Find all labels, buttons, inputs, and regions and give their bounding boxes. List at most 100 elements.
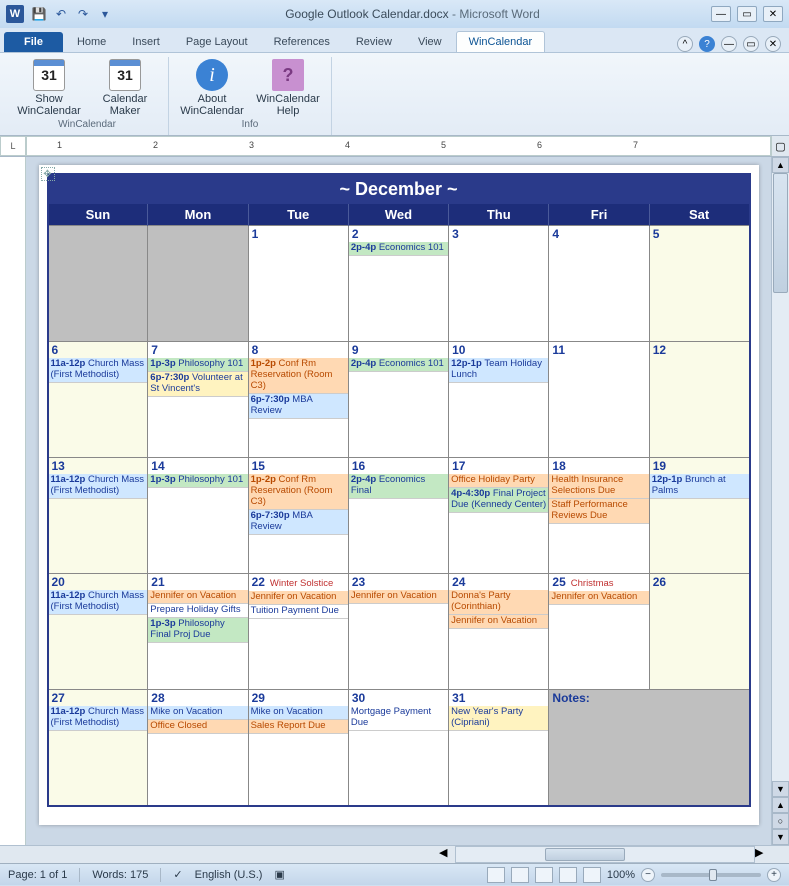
calendar-event[interactable]: Prepare Holiday Gifts [148, 604, 247, 618]
calendar-event[interactable]: 1p-3p Philosophy 101 [148, 358, 247, 372]
notes-cell[interactable]: Notes: [549, 690, 750, 806]
calendar-event[interactable]: 6p-7:30p Volunteer at St Vincent's [148, 372, 247, 397]
scroll-up-icon[interactable]: ▲ [772, 157, 789, 173]
ruler-toggle-icon[interactable]: ▢ [771, 136, 789, 156]
ribbon-about-wincalendar[interactable]: iAbout WinCalendar [177, 59, 247, 117]
day-cell-20[interactable]: 2011a-12p Church Mass (First Methodist) [48, 574, 148, 690]
calendar-event[interactable]: Office Closed [148, 720, 247, 734]
calendar-event[interactable]: 2p-4p Economics 101 [349, 358, 448, 372]
calendar-event[interactable]: Tuition Payment Due [249, 605, 348, 619]
calendar-event[interactable]: Jennifer on Vacation [449, 615, 548, 629]
day-cell-21[interactable]: 21Jennifer on VacationPrepare Holiday Gi… [148, 574, 248, 690]
day-cell-31[interactable]: 31New Year's Party (Cipriani) [449, 690, 549, 806]
zoom-slider[interactable] [661, 873, 761, 877]
calendar-event[interactable]: Donna's Party (Corinthian) [449, 590, 548, 615]
calendar-event[interactable]: 1p-2p Conf Rm Reservation (Room C3) [249, 474, 348, 510]
zoom-level[interactable]: 100% [607, 869, 635, 881]
undo-icon[interactable]: ↶ [52, 5, 70, 23]
hscroll-track[interactable] [455, 846, 755, 863]
day-cell-29[interactable]: 29Mike on VacationSales Report Due [248, 690, 348, 806]
horizontal-ruler[interactable]: 1234567 [26, 136, 771, 156]
calendar-event[interactable]: 12p-1p Brunch at Palms [650, 474, 749, 499]
tab-selector[interactable]: L [0, 136, 26, 156]
tab-file[interactable]: File [4, 32, 63, 52]
empty-cell[interactable] [48, 226, 148, 342]
day-cell-7[interactable]: 71p-3p Philosophy 1016p-7:30p Volunteer … [148, 342, 248, 458]
tab-review[interactable]: Review [344, 32, 404, 52]
calendar-event[interactable]: 4p-4:30p Final Project Due (Kennedy Cent… [449, 488, 548, 513]
language-indicator[interactable]: English (U.S.) [195, 869, 263, 881]
calendar-event[interactable]: New Year's Party (Cipriani) [449, 706, 548, 731]
calendar-event[interactable]: Jennifer on Vacation [549, 591, 648, 605]
redo-icon[interactable]: ↷ [74, 5, 92, 23]
day-cell-9[interactable]: 92p-4p Economics 101 [348, 342, 448, 458]
ribbon-calendar-maker[interactable]: 31Calendar Maker [90, 59, 160, 117]
day-cell-13[interactable]: 1311a-12p Church Mass (First Methodist) [48, 458, 148, 574]
calendar-event[interactable]: 1p-3p Philosophy Final Proj Due [148, 618, 247, 643]
day-cell-26[interactable]: 26 [649, 574, 749, 690]
browse-next-icon[interactable]: ▼ [772, 829, 789, 845]
day-cell-4[interactable]: 4 [549, 226, 649, 342]
zoom-in-button[interactable]: + [767, 868, 781, 882]
calendar-event[interactable]: Health Insurance Selections Due [549, 474, 648, 499]
day-cell-6[interactable]: 611a-12p Church Mass (First Methodist) [48, 342, 148, 458]
day-cell-11[interactable]: 11 [549, 342, 649, 458]
macro-icon[interactable]: ▣ [274, 868, 284, 881]
tab-references[interactable]: References [262, 32, 342, 52]
calendar-event[interactable]: 12p-1p Team Holiday Lunch [449, 358, 548, 383]
calendar-table[interactable]: ~ December ~SunMonTueWedThuFriSat122p-4p… [47, 173, 751, 807]
day-cell-22[interactable]: 22Winter SolsticeJennifer on VacationTui… [248, 574, 348, 690]
help-icon[interactable]: ? [699, 36, 715, 52]
maximize-button[interactable]: ▭ [737, 6, 757, 22]
save-icon[interactable]: 💾 [30, 5, 48, 23]
day-cell-16[interactable]: 162p-4p Economics Final [348, 458, 448, 574]
calendar-event[interactable]: Staff Performance Reviews Due [549, 499, 648, 524]
table-move-handle-icon[interactable]: ✥ [41, 167, 55, 181]
calendar-event[interactable]: 2p-4p Economics Final [349, 474, 448, 499]
tab-page-layout[interactable]: Page Layout [174, 32, 260, 52]
calendar-event[interactable]: Office Holiday Party [449, 474, 548, 488]
browse-object-icon[interactable]: ○ [772, 813, 789, 829]
scroll-thumb[interactable] [773, 173, 788, 293]
doc-close-icon[interactable]: ✕ [765, 36, 781, 52]
web-layout-view-icon[interactable] [535, 867, 553, 883]
calendar-event[interactable]: 2p-4p Economics 101 [349, 242, 448, 256]
calendar-event[interactable]: 11a-12p Church Mass (First Methodist) [49, 706, 148, 731]
scroll-track[interactable] [772, 173, 789, 781]
calendar-event[interactable]: 1p-2p Conf Rm Reservation (Room C3) [249, 358, 348, 394]
ribbon-wincalendar-help[interactable]: ?WinCalendar Help [253, 59, 323, 117]
day-cell-14[interactable]: 141p-3p Philosophy 101 [148, 458, 248, 574]
calendar-event[interactable]: Jennifer on Vacation [148, 590, 247, 604]
tab-insert[interactable]: Insert [120, 32, 172, 52]
zoom-out-button[interactable]: − [641, 868, 655, 882]
calendar-event[interactable]: 6p-7:30p MBA Review [249, 510, 348, 535]
day-cell-17[interactable]: 17Office Holiday Party4p-4:30p Final Pro… [449, 458, 549, 574]
scroll-down-icon[interactable]: ▼ [772, 781, 789, 797]
page-viewport[interactable]: ✥ ~ December ~SunMonTueWedThuFriSat122p-… [26, 157, 771, 845]
close-button[interactable]: ✕ [763, 6, 783, 22]
calendar-event[interactable]: 1p-3p Philosophy 101 [148, 474, 247, 488]
calendar-event[interactable]: 11a-12p Church Mass (First Methodist) [49, 474, 148, 499]
fullscreen-reading-view-icon[interactable] [511, 867, 529, 883]
day-cell-3[interactable]: 3 [449, 226, 549, 342]
day-cell-25[interactable]: 25ChristmasJennifer on Vacation [549, 574, 649, 690]
tab-wincalendar[interactable]: WinCalendar [456, 31, 546, 52]
day-cell-18[interactable]: 18Health Insurance Selections DueStaff P… [549, 458, 649, 574]
calendar-event[interactable]: Sales Report Due [249, 720, 348, 734]
doc-restore-icon[interactable]: ▭ [743, 36, 759, 52]
calendar-event[interactable]: Mike on Vacation [249, 706, 348, 720]
page-indicator[interactable]: Page: 1 of 1 [8, 869, 67, 881]
day-cell-19[interactable]: 1912p-1p Brunch at Palms [649, 458, 749, 574]
qat-more-icon[interactable]: ▾ [96, 5, 114, 23]
tab-view[interactable]: View [406, 32, 454, 52]
day-cell-27[interactable]: 2711a-12p Church Mass (First Methodist) [48, 690, 148, 806]
minimize-button[interactable]: — [711, 6, 731, 22]
calendar-event[interactable]: 11a-12p Church Mass (First Methodist) [49, 590, 148, 615]
proofing-icon[interactable]: ✓ [173, 868, 182, 881]
zoom-slider-thumb[interactable] [709, 869, 717, 881]
day-cell-28[interactable]: 28Mike on VacationOffice Closed [148, 690, 248, 806]
calendar-event[interactable]: 11a-12p Church Mass (First Methodist) [49, 358, 148, 383]
word-count[interactable]: Words: 175 [92, 869, 148, 881]
draft-view-icon[interactable] [583, 867, 601, 883]
day-cell-2[interactable]: 22p-4p Economics 101 [348, 226, 448, 342]
